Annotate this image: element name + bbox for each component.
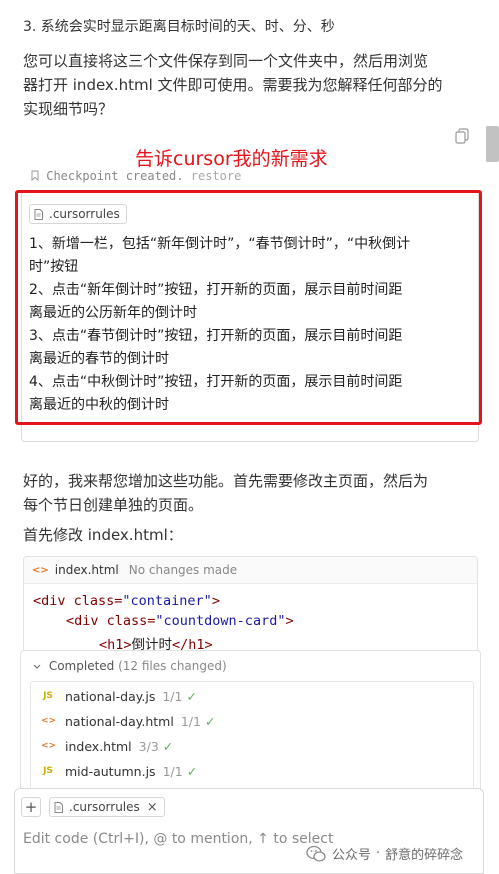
annotation-title: 告诉cursor我的新需求 — [135, 148, 328, 170]
watermark-prefix: 公众号 — [332, 848, 372, 863]
checkpoint-line: Checkpoint created. restore — [31, 169, 241, 184]
wechat-logo-icon — [306, 845, 326, 862]
code-line-2: <div class="countdown-card"> — [66, 613, 294, 629]
files-changed-count: (12 files changed) — [118, 659, 227, 673]
code-token: <div class= — [66, 613, 156, 629]
reply-line-2: 每个节日创建单独的页面。 — [23, 496, 204, 514]
close-icon[interactable]: × — [147, 800, 158, 815]
html-file-icon: <> — [32, 564, 49, 576]
cursorrules-chip[interactable]: .cursorrules × — [49, 797, 165, 817]
scrollbar-thumb[interactable] — [486, 126, 499, 162]
code-filename[interactable]: index.html — [55, 563, 119, 577]
watermark-separator: · — [376, 846, 381, 861]
code-token: > — [211, 593, 220, 609]
add-context-button[interactable]: + — [21, 797, 41, 817]
intro-line-3: 实现细节吗？ — [23, 100, 114, 118]
copy-icon[interactable] — [455, 128, 469, 144]
restore-link[interactable]: restore — [191, 169, 242, 183]
composer-placeholder[interactable]: Edit code (Ctrl+I), @ to mention, ↑ to s… — [23, 831, 333, 847]
html-file-icon: <> — [41, 716, 57, 726]
intro-line-1: 您可以直接将这三个文件保存到同一个文件夹中，然后用浏览 — [23, 52, 429, 70]
code-panel: <> index.html No changes made <div class… — [23, 556, 478, 658]
bookmark-icon — [31, 170, 39, 184]
changed-files-list: JS national-day.js 1/1 ✓ <> national-day… — [30, 681, 474, 789]
reply-line-1: 好的，我来帮您增加这些功能。首先需要修改主页面，然后为 — [23, 472, 429, 490]
file-row[interactable]: JS national-day.js 1/1 ✓ — [41, 686, 197, 706]
completed-panel: Completed (12 files changed) JS national… — [20, 650, 481, 792]
watermark: 公众号 · 舒意的碎碎念 — [306, 844, 463, 863]
file-name: index.html — [65, 738, 132, 754]
html-file-icon: <> — [41, 741, 57, 751]
file-ratio: 1/1 — [180, 713, 201, 729]
code-token: "container" — [122, 593, 212, 609]
check-icon: ✓ — [162, 738, 174, 754]
intro-line-2: 器打开 index.html 文件即可使用。需要我为您解释任何部分的 — [23, 76, 443, 94]
checkpoint-text: Checkpoint created. — [46, 169, 184, 183]
file-ratio: 3/3 — [138, 738, 159, 754]
file-row[interactable]: <> index.html 3/3 ✓ — [41, 736, 173, 756]
js-file-icon: JS — [43, 691, 53, 701]
first-modify-text: 首先修改 index.html： — [23, 526, 183, 544]
check-icon: ✓ — [186, 688, 197, 704]
red-highlight-box — [15, 190, 482, 425]
watermark-name: 舒意的碎碎念 — [385, 848, 464, 863]
js-file-icon: JS — [43, 766, 53, 776]
list-item-3: 3. 系统会实时显示距离目标时间的天、时、分、秒 — [23, 19, 335, 35]
code-panel-header: <> index.html No changes made — [24, 557, 477, 584]
check-icon: ✓ — [204, 713, 216, 729]
file-ratio: 1/1 — [162, 688, 183, 704]
file-name: national-day.js — [65, 688, 156, 704]
file-row[interactable]: <> national-day.html 1/1 ✓ — [41, 711, 215, 731]
check-icon: ✓ — [186, 763, 198, 779]
file-row[interactable]: JS mid-autumn.js 1/1 ✓ — [41, 761, 197, 781]
completed-label: Completed — [48, 659, 115, 673]
code-token: > — [285, 613, 294, 629]
file-name: national-day.html — [65, 713, 174, 729]
chip-label: .cursorrules — [69, 800, 140, 814]
code-status: No changes made — [128, 563, 238, 577]
file-ratio: 1/1 — [162, 763, 183, 779]
code-line-1: <div class="container"> — [33, 593, 220, 609]
file-name: mid-autumn.js — [65, 763, 156, 779]
file-icon — [54, 801, 63, 813]
chevron-down-icon — [33, 659, 41, 673]
completed-header[interactable]: Completed (12 files changed) — [33, 659, 227, 673]
code-token: <div class= — [33, 593, 123, 609]
code-token: "countdown-card" — [155, 613, 286, 629]
